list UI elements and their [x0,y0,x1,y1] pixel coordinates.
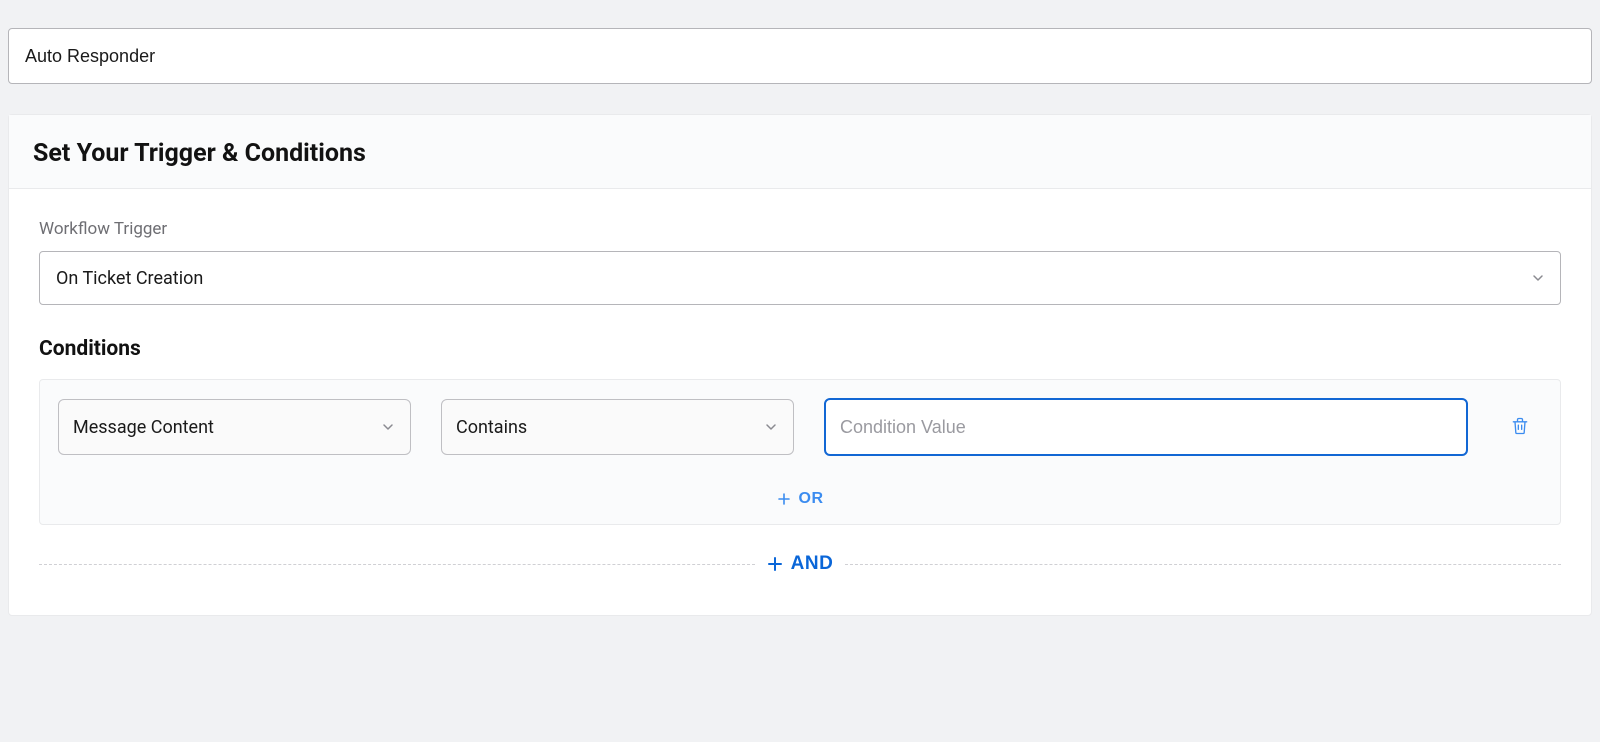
add-and-condition-button[interactable]: AND [755,553,846,575]
workflow-trigger-select[interactable]: On Ticket Creation [39,251,1561,305]
add-or-wrap: OR [58,490,1542,510]
add-or-condition-button[interactable]: OR [777,490,824,508]
add-and-label: AND [791,553,834,575]
delete-condition-button[interactable] [1498,405,1542,449]
condition-value-input[interactable] [824,398,1468,456]
add-and-wrap: AND [39,553,1561,575]
condition-row: Message Content Contains [58,398,1542,456]
add-or-label: OR [799,490,824,508]
workflow-name-input[interactable] [8,28,1592,84]
chevron-down-icon [380,419,396,435]
condition-operator-select[interactable]: Contains [441,399,794,455]
conditions-group: Message Content Contains [39,379,1561,525]
divider-line [39,564,755,565]
divider-line [845,564,1561,565]
conditions-heading: Conditions [39,337,1561,361]
workflow-trigger-label: Workflow Trigger [39,219,1561,239]
trash-icon [1510,416,1530,439]
section-heading: Set Your Trigger & Conditions [33,139,1567,168]
chevron-down-icon [763,419,779,435]
plus-icon [777,492,791,506]
workflow-trigger-value: On Ticket Creation [56,268,203,289]
chevron-down-icon [1530,270,1546,286]
condition-operator-value: Contains [456,417,527,438]
plus-icon [767,556,783,572]
condition-field-value: Message Content [73,417,214,438]
trigger-conditions-card: Set Your Trigger & Conditions Workflow T… [8,114,1592,616]
card-header: Set Your Trigger & Conditions [9,115,1591,189]
condition-field-select[interactable]: Message Content [58,399,411,455]
card-body: Workflow Trigger On Ticket Creation Cond… [9,189,1591,615]
